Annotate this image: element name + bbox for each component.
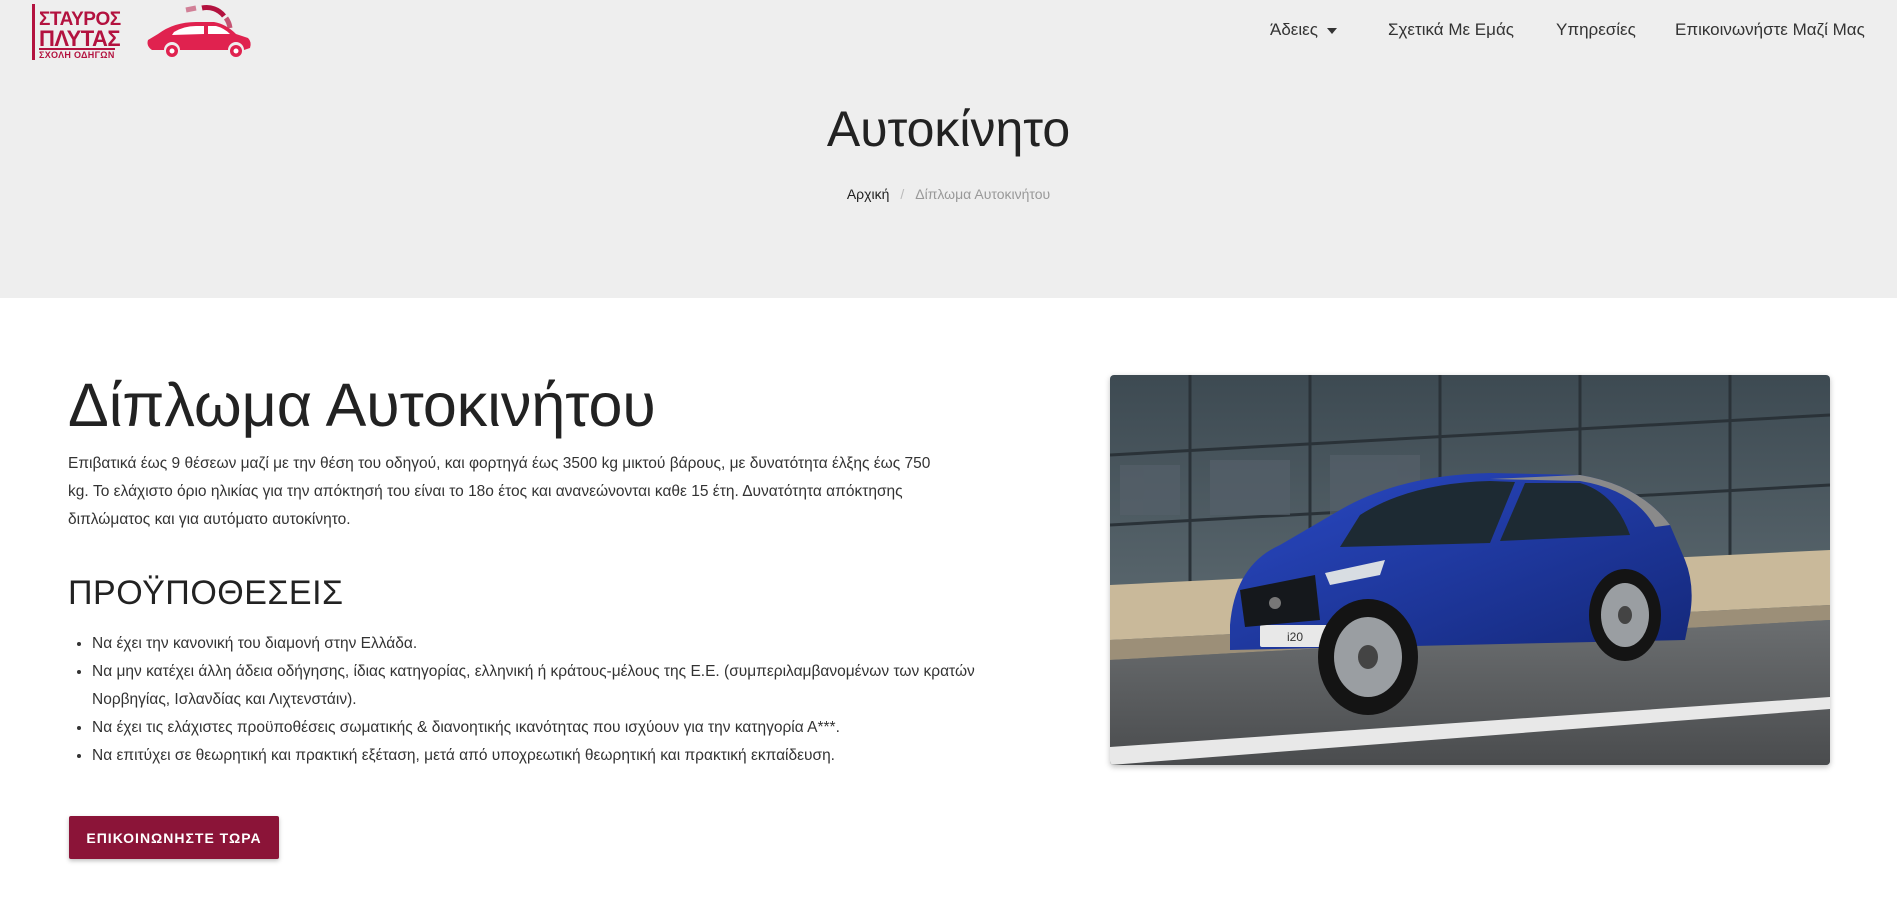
caret-down-icon: [1326, 27, 1337, 34]
breadcrumb-separator: /: [900, 186, 905, 202]
car-logo-icon: [147, 5, 251, 57]
logo-line-2: ΠΛΥΤΑΣ: [39, 26, 121, 51]
page-hero: ΣΤΑΥΡΟΣ ΠΛΥΤΑΣ ΣΧΟΛΗ ΟΔΗΓΩΝ Άδειες Σχετι…: [0, 0, 1897, 298]
requirements-title: ΠΡΟΫΠΟΘΕΣΕΙΣ: [68, 574, 344, 612]
car-photo-illustration: i20: [1110, 375, 1830, 765]
nav-item-contact[interactable]: Επικοινωνήστε Μαζί Μας: [1675, 20, 1865, 40]
site-logo[interactable]: ΣΤΑΥΡΟΣ ΠΛΥΤΑΣ ΣΧΟΛΗ ΟΔΗΓΩΝ: [32, 4, 254, 60]
list-item: Να έχει την κανονική του διαμονή στην Ελ…: [92, 630, 992, 658]
nav-item-about[interactable]: Σχετικά Με Εμάς: [1388, 20, 1514, 40]
breadcrumb: Αρχική / Δίπλωμα Αυτοκινήτου: [0, 186, 1897, 202]
intro-paragraph: Επιβατικά έως 9 θέσεων μαζί με την θέση …: [68, 455, 931, 528]
breadcrumb-current: Δίπλωμα Αυτοκινήτου: [915, 186, 1051, 202]
section-title: Δίπλωμα Αυτοκινήτου: [68, 371, 656, 439]
requirements-list: Να έχει την κανονική του διαμονή στην Ελ…: [68, 630, 992, 770]
list-item: Να έχει τις ελάχιστες προϋποθέσεις σωματ…: [92, 714, 992, 742]
nav-item-licenses[interactable]: Άδειες: [1270, 20, 1337, 40]
list-item: Να επιτύχει σε θεωρητική και πρακτική εξ…: [92, 742, 992, 770]
nav-item-services[interactable]: Υπηρεσίες: [1556, 20, 1636, 40]
list-item: Να μην κατέχει άλλη άδεια οδήγησης, ίδια…: [92, 658, 992, 714]
page-title: Αυτοκίνητο: [826, 101, 1071, 157]
license-plate-text: i20: [1287, 630, 1303, 644]
logo-wordmark: ΣΤΑΥΡΟΣ ΠΛΥΤΑΣ ΣΧΟΛΗ ΟΔΗΓΩΝ: [32, 4, 145, 60]
car-image: i20: [1110, 375, 1830, 765]
contact-now-button[interactable]: ΕΠΙΚΟΙΝΩΝΗΣΤΕ ΤΩΡΑ: [69, 816, 279, 859]
logo-line-3: ΣΧΟΛΗ ΟΔΗΓΩΝ: [39, 48, 115, 60]
main-nav: Άδειες Σχετικά Με Εμάς Υπηρεσίες Επικοιν…: [1270, 20, 1865, 44]
nav-item-label: Άδειες: [1270, 20, 1318, 39]
breadcrumb-home-link[interactable]: Αρχική: [847, 186, 890, 202]
